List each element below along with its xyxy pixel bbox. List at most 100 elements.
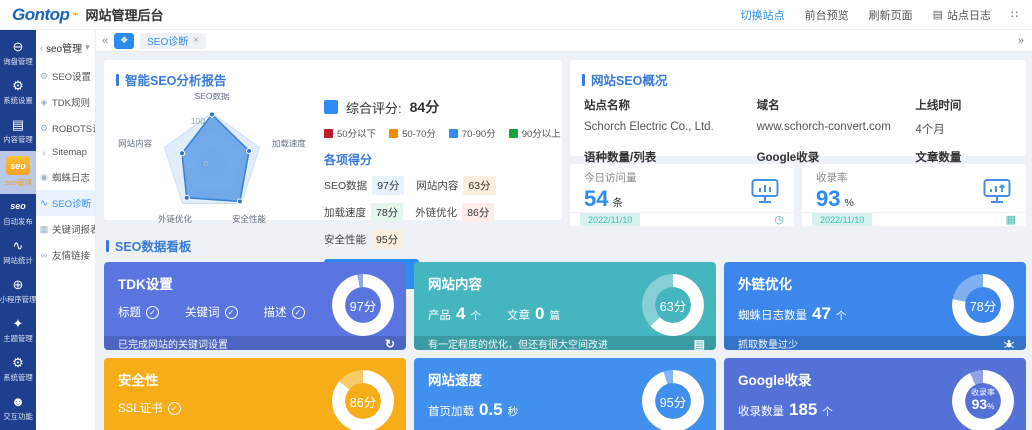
submenu-item-sitemap[interactable]: ♁ Sitemap	[36, 141, 95, 164]
sidebar-item-theme[interactable]: ✦ 主题管理	[0, 311, 36, 350]
tab-seo-diagnosis[interactable]: SEO诊断 ×	[140, 33, 206, 49]
content: 智能SEO分析报告 SEO数据加载速度安全性能外链优化网站内容1000 综合评分…	[96, 52, 1032, 430]
sidebar-item-seo[interactable]: seo seo管理	[0, 151, 36, 194]
monitor-chart-icon	[750, 178, 780, 204]
scores-title: 各项得分	[324, 151, 552, 168]
svg-text:100: 100	[191, 116, 205, 126]
overall-score: 综合评分: 84分	[324, 97, 552, 117]
score-gauge: 86分	[332, 370, 394, 430]
home-icon: ❖	[120, 35, 128, 46]
top-header: Gontop ⌁ 网站管理后台 切换站点 前台预览 刷新页面 ▤ 站点日志 ∷	[0, 0, 1032, 30]
sidebar-item-interactive[interactable]: ☻ 交互功能	[0, 389, 36, 428]
fullscreen-icon[interactable]: ∷	[1011, 8, 1018, 21]
sidebar-item-miniapp[interactable]: ⊕ 小程序管理	[0, 272, 36, 311]
logo: Gontop ⌁ 网站管理后台	[12, 5, 163, 25]
gear-icon: ⚙	[12, 78, 24, 93]
legend-item: 50-70分	[389, 126, 436, 140]
diagnosis-icon: ∿	[39, 198, 49, 209]
sidebar-item-system-admin[interactable]: ⚙ 系统管理	[0, 350, 36, 389]
document-icon: ▤	[12, 117, 24, 132]
expand-tabs-icon[interactable]: »	[1018, 35, 1024, 47]
gear-icon: ⚙	[39, 71, 49, 82]
right-column: 网站SEO概况 站点名称 域名 上线时间 Schorch Electric Co…	[570, 60, 1026, 226]
document-icon: ▤	[694, 337, 705, 351]
refresh-icon: ↻	[385, 337, 395, 351]
monitor-upload-icon	[982, 178, 1012, 204]
seo-overview-panel: 网站SEO概况 站点名称 域名 上线时间 Schorch Electric Co…	[570, 60, 1026, 156]
home-tab-button[interactable]: ❖	[114, 33, 134, 49]
publish-icon: seo	[10, 199, 26, 214]
seo-report-panel: 智能SEO分析报告 SEO数据加载速度安全性能外链优化网站内容1000 综合评分…	[104, 60, 562, 220]
score-chips: SEO数据97分 网站内容63分 加载速度78分 外链优化86分 安全性能95分	[324, 176, 552, 249]
submenu-item-spider-log[interactable]: ◉ 蜘蛛日志	[36, 164, 95, 190]
submenu-item-friend-links[interactable]: ∞ 友情链接	[36, 242, 95, 268]
submenu-header[interactable]: ‹ seo管理 ▾	[36, 36, 95, 63]
score-chip: 外链优化86分	[415, 203, 494, 222]
clock-icon: ◷	[774, 213, 784, 226]
theme-icon: ✦	[13, 316, 24, 331]
svg-text:0: 0	[204, 159, 208, 168]
shell: ⊖ 询盘管理 ⚙ 系统设置 ▤ 内容管理 seo seo管理 seo 自动发布	[0, 30, 1032, 430]
overall-swatch	[324, 100, 338, 114]
score-legend: 50分以下 50-70分 70-90分 90分以上	[324, 126, 552, 140]
site-name-value: Schorch Electric Co., Ltd.	[584, 117, 757, 143]
check-icon: ✓	[168, 402, 181, 415]
submenu-item-seo-diagnosis[interactable]: ∿ SEO诊断	[36, 190, 95, 216]
primary-sidebar: ⊖ 询盘管理 ⚙ 系统设置 ▤ 内容管理 seo seo管理 seo 自动发布	[0, 30, 36, 430]
chat-icon: ⊖	[13, 39, 24, 54]
svg-text:SEO数据: SEO数据	[195, 93, 230, 101]
dashboard-cards: TDK设置 标题✓ 关键词✓ 描述✓ 97分	[104, 262, 1026, 430]
legend-swatch	[449, 129, 458, 138]
submenu-item-seo-settings[interactable]: ⚙ SEO设置	[36, 63, 95, 89]
collapse-tabs-icon[interactable]: «	[102, 35, 108, 47]
tab-bar: « ❖ SEO诊断 × »	[96, 30, 1032, 52]
title-bar-accent	[582, 74, 585, 86]
refresh-page-button[interactable]: 刷新页面	[869, 7, 913, 23]
app-window: Gontop ⌁ 网站管理后台 切换站点 前台预览 刷新页面 ▤ 站点日志 ∷ …	[0, 0, 1032, 430]
sidebar-item-content[interactable]: ▤ 内容管理	[0, 112, 36, 151]
sidebar-item-site-stats[interactable]: ∿ 网站统计	[0, 233, 36, 272]
spider-log-icon: ◉	[39, 172, 49, 183]
check-icon: ✓	[225, 306, 238, 319]
card-backlink-optimization: 外链优化 蜘蛛日志数量47个 78分 抓取数量过少	[724, 262, 1026, 350]
robots-icon: ⚙	[39, 123, 49, 134]
radar-chart: SEO数据加载速度安全性能外链优化网站内容1000	[108, 93, 320, 225]
score-gauge: 97分	[332, 274, 394, 336]
sidebar-item-system-settings[interactable]: ⚙ 系统设置	[0, 73, 36, 112]
online-time-value: 4个月	[915, 117, 1012, 143]
report-table-icon: ▦	[39, 224, 49, 235]
legend-item: 90分以上	[509, 126, 561, 140]
score-gauge: 78分	[952, 274, 1014, 336]
submenu-item-tdk-rules[interactable]: ◈ TDK规则	[36, 89, 95, 115]
score-chip: 网站内容63分	[416, 176, 495, 195]
legend-swatch	[509, 129, 518, 138]
legend-item: 50分以下	[324, 126, 376, 140]
svg-text:加载速度: 加载速度	[272, 139, 307, 149]
overall-score-value: 84分	[410, 97, 440, 117]
date-badge: 2022/11/10	[580, 213, 640, 226]
seo-icon: seo	[6, 156, 30, 175]
gears-icon: ⚙	[12, 355, 24, 370]
date-badge: 2022/11/10	[812, 213, 872, 226]
back-icon: ‹	[40, 43, 43, 53]
card-security: 安全性 SSL证书✓ 86分 已安装SSL加密证书	[104, 358, 406, 430]
tdk-icon: ◈	[39, 97, 49, 108]
document-icon: ▤	[933, 8, 943, 21]
legend-swatch	[324, 129, 333, 138]
sidebar-item-inquiry[interactable]: ⊖ 询盘管理	[0, 34, 36, 73]
submenu-item-robots[interactable]: ⚙ ROBOTS设置	[36, 115, 95, 141]
sidebar-item-auto-publish[interactable]: seo 自动发布	[0, 194, 36, 233]
report-panel-title: 智能SEO分析报告	[104, 60, 562, 93]
site-log-button[interactable]: ▤ 站点日志	[933, 7, 991, 23]
card-tdk-settings: TDK设置 标题✓ 关键词✓ 描述✓ 97分	[104, 262, 406, 350]
main-area: « ❖ SEO诊断 × » 智能SEO分析报告	[96, 30, 1032, 430]
score-gauge: 收录率 93%	[952, 370, 1014, 430]
svg-text:外链优化: 外链优化	[158, 214, 193, 224]
front-preview-button[interactable]: 前台预览	[805, 7, 849, 23]
submenu-item-keyword-report[interactable]: ▦ 关键词报表	[36, 216, 95, 242]
check-icon: ✓	[146, 306, 159, 319]
switch-site-button[interactable]: 切换站点	[741, 7, 785, 23]
score-gauge: 63分	[642, 274, 704, 336]
title-bar-accent	[106, 240, 109, 252]
close-tab-icon[interactable]: ×	[193, 35, 199, 46]
